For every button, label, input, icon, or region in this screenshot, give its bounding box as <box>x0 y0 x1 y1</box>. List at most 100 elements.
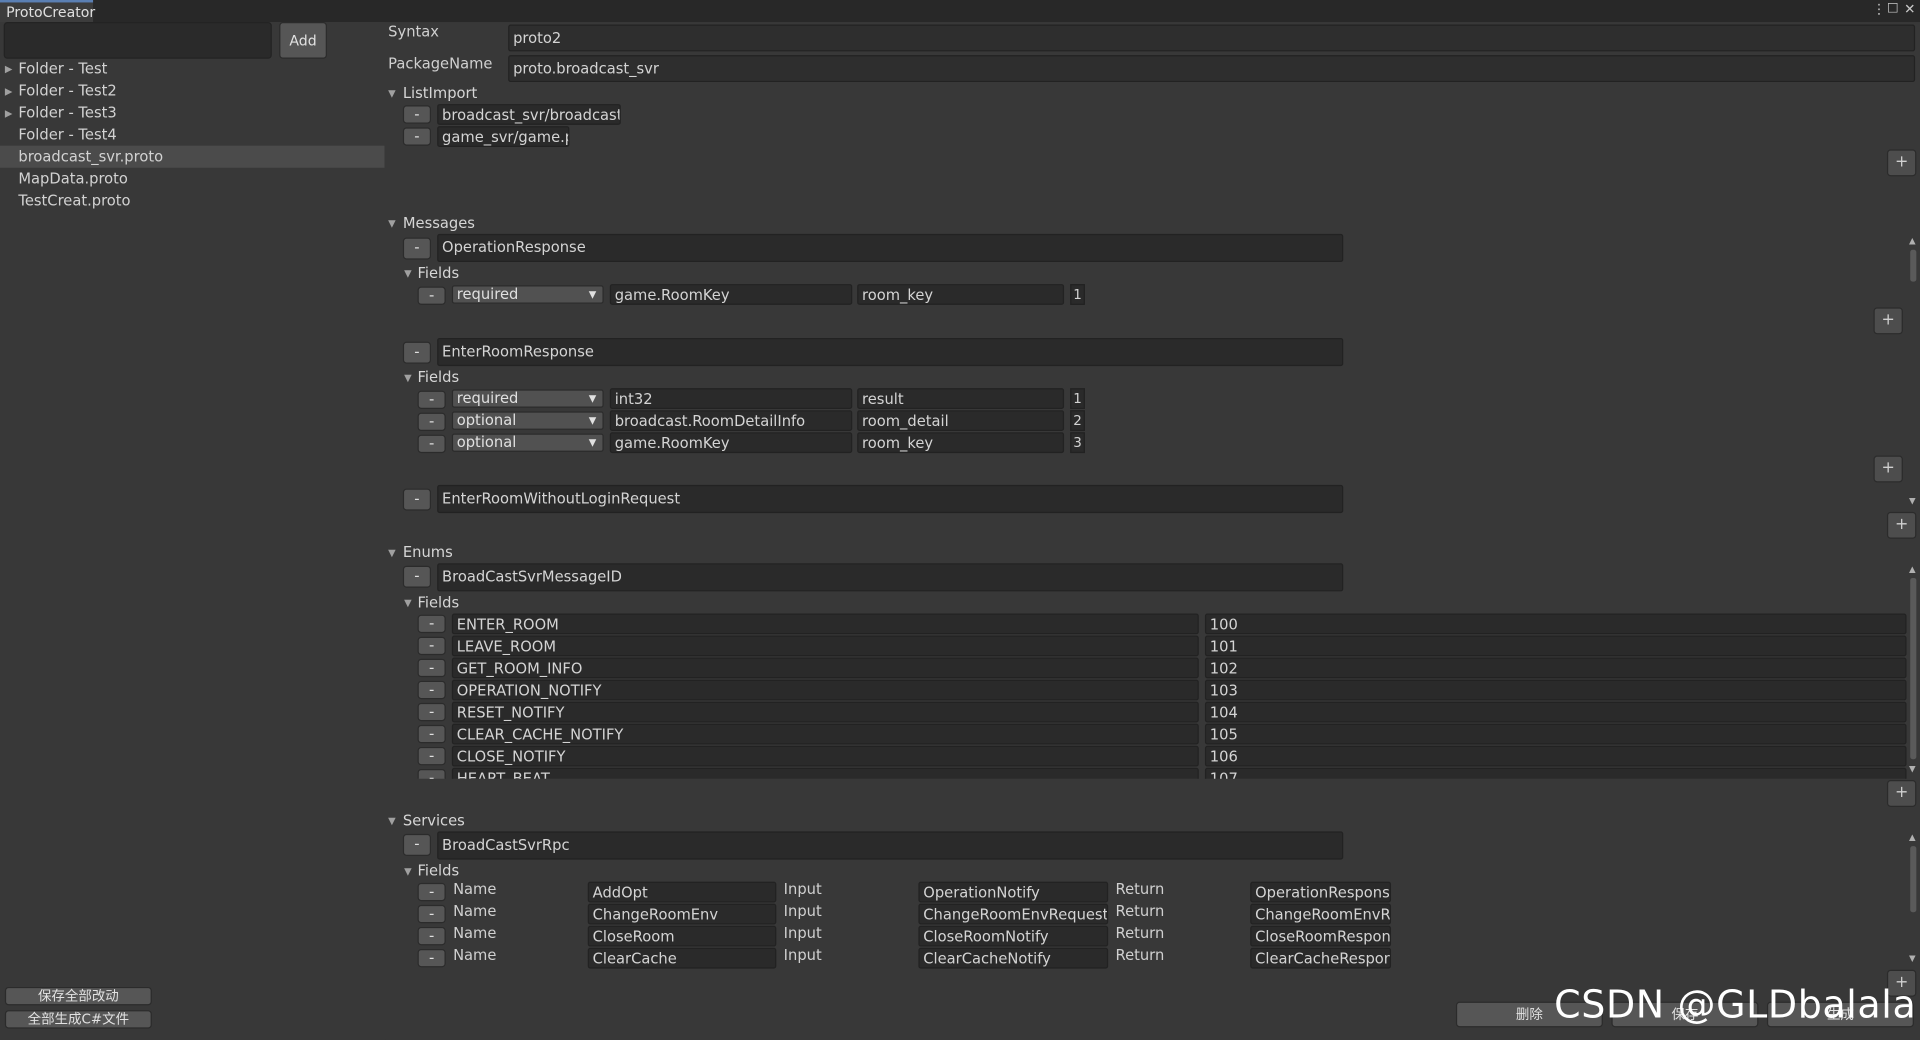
enum-value-name-input[interactable]: HEART_BEAT <box>451 767 1199 779</box>
scroll-up-icon[interactable]: ▲ <box>1909 564 1916 574</box>
remove-message-button[interactable]: - <box>402 341 432 364</box>
field-type-input[interactable]: broadcast.RoomDetailInfo <box>609 410 853 432</box>
remove-import-button[interactable]: - <box>402 127 432 146</box>
field-name-input[interactable]: room_key <box>857 284 1065 305</box>
rpc-input-type-input[interactable]: ChangeRoomEnvRequest <box>918 903 1109 925</box>
services-scrollbar[interactable] <box>1910 846 1917 913</box>
enum-value-name-input[interactable]: GET_ROOM_INFO <box>451 657 1199 679</box>
remove-enum-value-button[interactable]: - <box>417 724 446 744</box>
remove-enum-value-button[interactable]: - <box>417 614 446 634</box>
enum-value-name-input[interactable]: CLOSE_NOTIFY <box>451 745 1199 767</box>
rpc-return-type-input[interactable]: CloseRoomResponse <box>1250 925 1392 947</box>
add-message-button[interactable]: + <box>1886 511 1917 539</box>
add-import-button[interactable]: + <box>1886 149 1917 177</box>
fields-label[interactable]: Fields <box>418 369 460 386</box>
rpc-return-type-input[interactable]: OperationResponse <box>1250 881 1392 903</box>
scroll-down-icon[interactable]: ▼ <box>1909 496 1916 506</box>
remove-enum-value-button[interactable]: - <box>417 658 446 678</box>
enum-name-field[interactable]: BroadCastSvrMessageID <box>437 563 1344 592</box>
services-label[interactable]: Services <box>403 812 465 829</box>
scroll-down-icon[interactable]: ▼ <box>1909 764 1916 774</box>
remove-enum-button[interactable]: - <box>402 565 432 588</box>
enum-value-number-input[interactable]: 101 <box>1204 635 1907 657</box>
rpc-input-type-input[interactable]: OperationNotify <box>918 881 1109 903</box>
remove-enum-value-button[interactable]: - <box>417 702 446 722</box>
remove-rpc-button[interactable]: - <box>417 904 446 924</box>
tree-item[interactable]: broadcast_svr.proto <box>0 145 385 168</box>
field-name-input[interactable]: result <box>857 388 1065 409</box>
field-number[interactable]: 1 <box>1070 388 1085 409</box>
remove-rpc-button[interactable]: - <box>417 926 446 946</box>
tree-item[interactable]: TestCreat.proto <box>0 190 384 212</box>
enum-value-name-input[interactable]: RESET_NOTIFY <box>451 701 1199 723</box>
remove-message-button[interactable]: - <box>402 488 432 511</box>
folder-expand-icon[interactable]: ▶ <box>5 108 13 119</box>
rpc-name-input[interactable]: ChangeRoomEnv <box>587 903 777 925</box>
message-name-field[interactable]: OperationResponse <box>437 233 1344 263</box>
remove-field-button[interactable]: - <box>417 390 446 409</box>
enum-value-number-input[interactable]: 103 <box>1204 679 1907 701</box>
remove-enum-value-button[interactable]: - <box>417 746 446 766</box>
close-icon[interactable]: ✕ <box>1904 1 1915 17</box>
field-type-input[interactable]: game.RoomKey <box>609 284 853 305</box>
enum-value-name-input[interactable]: CLEAR_CACHE_NOTIFY <box>451 723 1199 745</box>
scroll-up-icon[interactable]: ▲ <box>1909 833 1916 843</box>
tree-item[interactable]: Folder - Test4 <box>0 124 384 146</box>
services-foldout-icon[interactable]: ▼ <box>388 816 396 827</box>
listimport-label[interactable]: ListImport <box>403 84 477 101</box>
enum-value-number-input[interactable]: 104 <box>1204 701 1907 723</box>
folder-expand-icon[interactable]: ▶ <box>5 64 13 75</box>
field-type-input[interactable]: game.RoomKey <box>609 432 853 454</box>
service-name-field[interactable]: BroadCastSvrRpc <box>437 831 1344 860</box>
message-name-field[interactable]: EnterRoomResponse <box>437 337 1344 367</box>
rpc-input-type-input[interactable]: CloseRoomNotify <box>918 925 1109 947</box>
enum-value-name-input[interactable]: OPERATION_NOTIFY <box>451 679 1199 701</box>
field-number[interactable]: 3 <box>1070 432 1085 454</box>
import-field[interactable]: broadcast_svr/broadcast.proto <box>437 104 621 125</box>
field-number[interactable]: 2 <box>1070 410 1085 432</box>
enum-value-number-input[interactable]: 105 <box>1204 723 1907 745</box>
tree-item[interactable]: Folder - Test <box>0 58 384 80</box>
messages-foldout-icon[interactable]: ▼ <box>388 218 396 229</box>
tree-item[interactable]: MapData.proto <box>0 168 384 190</box>
package-name-field[interactable]: proto.broadcast_svr <box>508 55 1916 83</box>
field-rule-dropdown[interactable]: required ▼ <box>451 285 604 304</box>
enum-value-name-input[interactable]: ENTER_ROOM <box>451 613 1199 635</box>
fields-label[interactable]: Fields <box>418 594 460 611</box>
field-name-input[interactable]: room_key <box>857 432 1065 454</box>
listimport-foldout-icon[interactable]: ▼ <box>388 88 396 99</box>
enums-label[interactable]: Enums <box>403 544 453 561</box>
enums-foldout-icon[interactable]: ▼ <box>388 547 396 558</box>
fields-foldout-icon[interactable]: ▼ <box>404 598 412 609</box>
field-type-input[interactable]: int32 <box>609 388 853 409</box>
tab-protocreator[interactable]: ProtoCreator <box>0 0 95 23</box>
remove-enum-value-button[interactable]: - <box>417 636 446 656</box>
enum-value-number-input[interactable]: 102 <box>1204 657 1907 679</box>
enum-value-number-input[interactable]: 107 <box>1204 767 1907 779</box>
add-field-button[interactable]: + <box>1873 307 1903 335</box>
remove-enum-value-button[interactable]: - <box>417 680 446 700</box>
remove-rpc-button[interactable]: - <box>417 948 446 968</box>
enum-value-number-input[interactable]: 106 <box>1204 745 1907 767</box>
remove-import-button[interactable]: - <box>402 105 432 124</box>
messages-label[interactable]: Messages <box>403 214 475 231</box>
remove-enum-value-button[interactable]: - <box>417 768 446 779</box>
tree-item[interactable]: Folder - Test2 <box>0 80 384 102</box>
field-number[interactable]: 1 <box>1070 284 1085 305</box>
add-button[interactable]: Add <box>279 22 327 59</box>
messages-scrollbar[interactable] <box>1910 249 1917 282</box>
save-all-button[interactable]: 保存全部改动 <box>4 986 152 1006</box>
fields-foldout-icon[interactable]: ▼ <box>404 866 412 877</box>
rpc-return-type-input[interactable]: ChangeRoomEnvRespo <box>1250 903 1392 925</box>
add-field-button[interactable]: + <box>1873 455 1903 483</box>
syntax-field[interactable]: proto2 <box>508 24 1916 52</box>
field-rule-dropdown[interactable]: required ▼ <box>451 389 604 408</box>
rpc-name-input[interactable]: AddOpt <box>587 881 777 903</box>
fields-label[interactable]: Fields <box>418 862 460 879</box>
remove-field-button[interactable]: - <box>417 434 446 454</box>
enums-scrollbar[interactable] <box>1910 577 1917 760</box>
remove-service-button[interactable]: - <box>402 833 432 856</box>
more-menu-icon[interactable]: ⋮ <box>1872 1 1885 17</box>
remove-field-button[interactable]: - <box>417 412 446 432</box>
message-name-field[interactable]: EnterRoomWithoutLoginRequest <box>437 484 1344 514</box>
